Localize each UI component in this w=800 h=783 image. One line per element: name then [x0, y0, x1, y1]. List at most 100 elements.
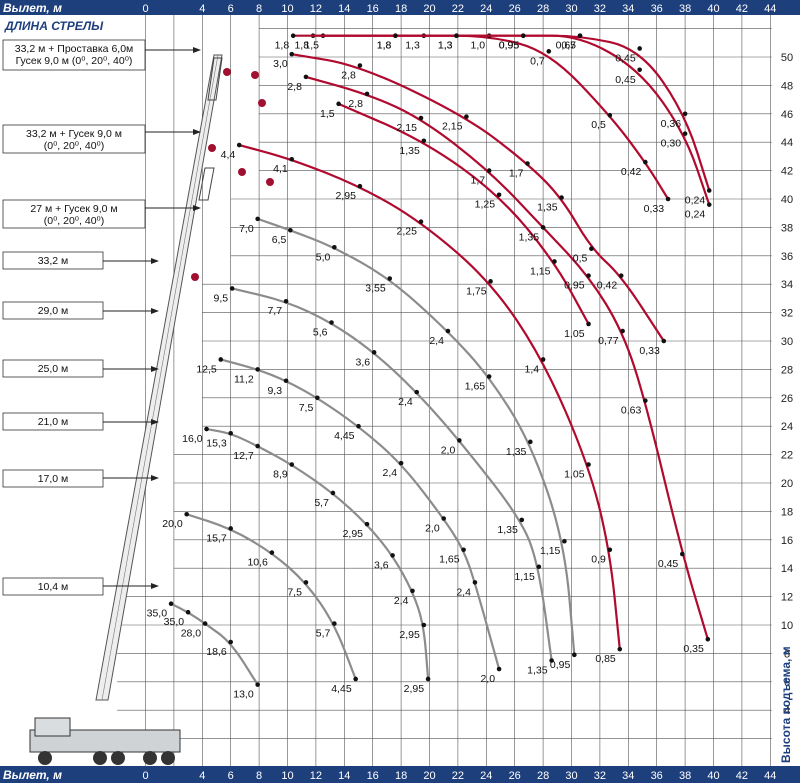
y-tick-label: 24 — [781, 421, 793, 433]
capacity-label: 9,5 — [214, 292, 229, 304]
data-point — [665, 196, 671, 202]
capacity-label: 1,3 — [405, 40, 420, 52]
capacity-label: 13,0 — [233, 689, 254, 701]
data-point — [330, 490, 336, 496]
data-point — [228, 431, 233, 436]
capacity-label: 1,35 — [519, 231, 540, 243]
capacity-label: 2,4 — [429, 335, 444, 347]
data-point — [228, 639, 233, 645]
data-point — [461, 547, 466, 553]
data-point — [528, 439, 533, 445]
data-point — [290, 33, 296, 38]
capacity-label: 4,1 — [273, 163, 288, 175]
x-tick-label: 40 — [707, 770, 719, 782]
boom-label-text: 25,0 м — [38, 363, 69, 375]
data-point — [289, 156, 295, 162]
boom-label-text: 33,2 м — [38, 255, 69, 267]
capacity-label: 3,0 — [273, 58, 288, 70]
x-tick-label: 24 — [480, 3, 492, 15]
y-tick-label: 18 — [781, 506, 793, 518]
boom-label-text: 10,4 м — [38, 581, 69, 593]
arrow-head-icon — [151, 583, 159, 589]
y-tick-label: 22 — [781, 450, 793, 462]
data-point — [303, 74, 309, 80]
capacity-label: 0,33 — [639, 345, 660, 357]
data-point — [682, 131, 688, 136]
capacity-label: 0,45 — [658, 558, 679, 570]
capacity-label: 9,3 — [267, 385, 282, 397]
capacity-label: 2,0 — [480, 673, 495, 685]
data-point — [617, 646, 623, 652]
data-point — [288, 227, 293, 233]
capacity-label: 11,2 — [234, 373, 254, 385]
x-tick-label: 4 — [199, 3, 205, 15]
capacity-label: 6,5 — [272, 234, 287, 246]
data-point — [706, 188, 712, 193]
x-tick-label: 44 — [764, 3, 776, 15]
capacity-label: 2,8 — [341, 70, 356, 82]
x-tick-label: 12 — [310, 770, 322, 782]
data-point — [607, 547, 613, 553]
y-tick-label: 36 — [781, 251, 793, 263]
data-point — [562, 538, 567, 544]
data-point — [618, 273, 624, 278]
boom-label-text: 21,0 м — [38, 416, 69, 428]
x-tick-label: 26 — [509, 770, 521, 782]
data-point — [332, 244, 337, 250]
capacity-label: 1,0 — [471, 40, 486, 52]
capacity-label: 1,4 — [524, 363, 539, 375]
data-point — [356, 423, 361, 429]
capacity-label: 20,0 — [162, 518, 183, 530]
capacity-label: 1,7 — [509, 168, 524, 180]
data-point — [472, 580, 478, 585]
capacity-label: 5,7 — [314, 497, 329, 509]
capacity-label: 1,65 — [465, 381, 486, 393]
x-tick-label: 22 — [452, 770, 464, 782]
top-x-axis-title: Вылет, м — [3, 1, 62, 15]
data-point — [520, 33, 526, 38]
arrow-head-icon — [193, 205, 201, 211]
data-point — [679, 551, 685, 557]
capacity-label: 12,7 — [233, 450, 254, 462]
data-point — [255, 682, 260, 687]
capacity-label: 0,42 — [597, 280, 618, 292]
y-tick-label: 32 — [781, 308, 793, 320]
hook-icon — [238, 168, 246, 176]
capacity-label: 0,65 — [556, 40, 577, 52]
capacity-label: 2,4 — [398, 396, 413, 408]
data-point — [572, 652, 577, 658]
wheel-icon — [143, 751, 157, 765]
data-point — [364, 521, 370, 527]
capacity-label: 2,4 — [394, 595, 409, 607]
data-point — [536, 564, 542, 570]
x-tick-label: 16 — [367, 770, 379, 782]
x-tick-label: 30 — [565, 3, 577, 15]
capacity-label: 1,8 — [377, 40, 392, 52]
data-point — [289, 462, 295, 467]
capacity-label: 0,95 — [499, 40, 520, 52]
capacity-label: 2,95 — [399, 629, 420, 641]
boom-label-text: 33,2 м + Проставка 6,0м — [15, 43, 134, 55]
y-tick-label: 20 — [781, 478, 793, 490]
wheel-icon — [111, 751, 125, 765]
capacity-label: 15,3 — [206, 437, 227, 449]
x-tick-label: 6 — [228, 770, 234, 782]
data-point — [387, 276, 393, 281]
capacity-label: 1,35 — [537, 202, 558, 214]
capacity-label: 1,25 — [475, 199, 496, 211]
capacity-label: 35,0 — [164, 616, 185, 628]
x-tick-label: 18 — [395, 3, 407, 15]
data-point — [185, 609, 191, 615]
capacity-label: 2,8 — [287, 81, 302, 93]
data-point — [315, 395, 320, 401]
hook-icon — [208, 144, 216, 152]
capacity-label: 8,9 — [273, 469, 288, 481]
data-point — [682, 111, 688, 117]
capacity-label: 0,35 — [683, 643, 704, 655]
hook-icon — [266, 178, 274, 186]
y-tick-label: 10 — [781, 620, 793, 632]
x-tick-label: 20 — [423, 3, 435, 15]
capacity-label: 16,0 — [182, 433, 203, 445]
capacity-label: 2,95 — [335, 190, 356, 202]
capacity-label: 0,45 — [615, 74, 636, 86]
